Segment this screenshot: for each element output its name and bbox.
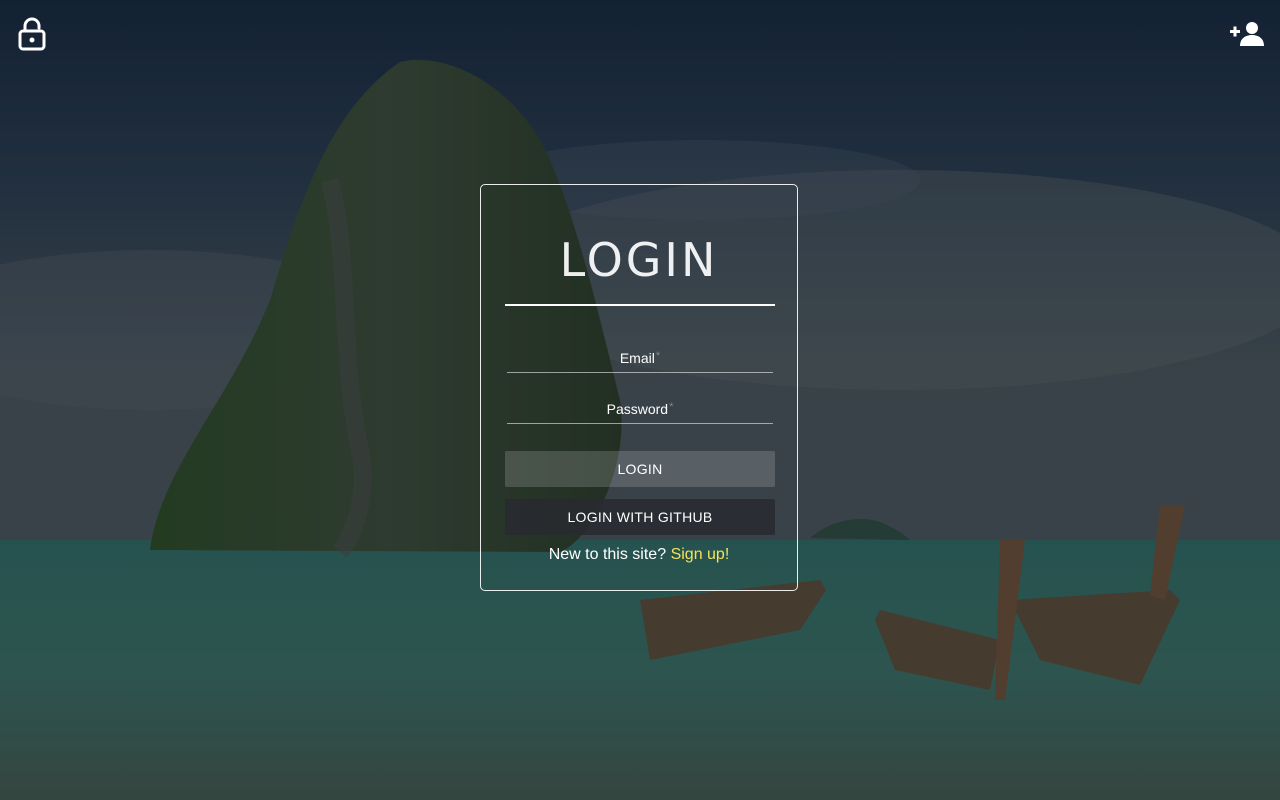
email-field[interactable]: Email* xyxy=(507,342,777,374)
signup-link[interactable]: Sign up! xyxy=(671,546,730,563)
password-input[interactable] xyxy=(507,393,777,425)
signup-prompt: New to this site? Sign up! xyxy=(481,546,797,564)
signup-prompt-text: New to this site? xyxy=(548,546,667,563)
password-field[interactable]: Password* xyxy=(507,393,777,425)
title-divider xyxy=(505,304,775,306)
login-with-github-button[interactable]: LOGIN WITH GITHUB xyxy=(505,499,775,535)
login-button[interactable]: LOGIN xyxy=(505,451,775,487)
add-user-icon[interactable] xyxy=(1228,14,1268,54)
login-title: LOGIN xyxy=(559,233,719,287)
email-input[interactable] xyxy=(507,342,777,374)
lock-open-icon[interactable] xyxy=(12,14,52,54)
login-card: LOGIN Email* Password* LOGIN LOGIN WITH … xyxy=(480,184,798,591)
